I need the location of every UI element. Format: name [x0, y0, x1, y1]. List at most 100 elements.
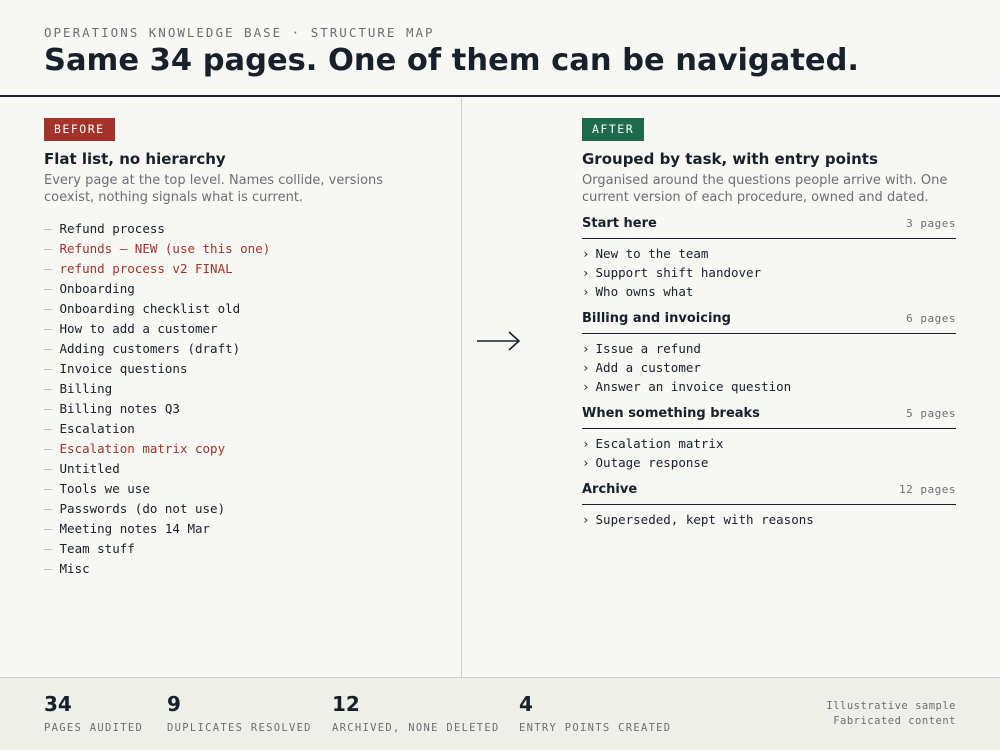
- after-title: Grouped by task, with entry points: [582, 150, 878, 168]
- dash-bullet-icon: —: [44, 401, 52, 416]
- sample-note-line: Illustrative sample: [826, 700, 956, 712]
- group-item[interactable]: › Answer an invoice question: [582, 377, 956, 396]
- stat-value: 4: [519, 692, 533, 716]
- group-name: Archive: [582, 482, 638, 497]
- flat-list-item-label: refund process v2 FINAL: [59, 261, 233, 276]
- after-description: Organised around the questions people ar…: [582, 173, 948, 205]
- group-header: When something breaks 5 pages: [582, 406, 956, 429]
- dash-bullet-icon: —: [44, 461, 52, 476]
- chevron-right-icon: ›: [582, 246, 590, 261]
- group-item[interactable]: › Support shift handover: [582, 263, 956, 282]
- flat-list-item: — How to add a customer: [44, 319, 270, 339]
- group-item-label: Who owns what: [595, 284, 694, 299]
- chevron-right-icon: ›: [582, 360, 590, 375]
- flat-list-item: — Onboarding checklist old: [44, 299, 270, 319]
- stat-value: 12: [332, 692, 360, 716]
- stat-value: 9: [167, 692, 181, 716]
- group-items: › Issue a refund › Add a customer › Answer an…: [582, 339, 956, 396]
- dash-bullet-icon: —: [44, 381, 52, 396]
- group-item[interactable]: › Escalation matrix: [582, 434, 956, 453]
- flat-page-list: — Refund process — Refunds — NEW (use this …: [44, 219, 270, 579]
- stat-value: 34: [44, 692, 72, 716]
- group-page-count: 12 pages: [899, 483, 956, 496]
- flat-list-item: — Refund process: [44, 219, 270, 239]
- chevron-right-icon: ›: [582, 512, 590, 527]
- group-item[interactable]: › Issue a refund: [582, 339, 956, 358]
- footer-stats: 34 PAGES AUDITED 9 DUPLICATES RESOLVED 1…: [0, 677, 1000, 750]
- group-section: Billing and invoicing 6 pages › Issue a ref…: [582, 311, 956, 396]
- group-name: Start here: [582, 216, 657, 231]
- flat-list-item: — Onboarding: [44, 279, 270, 299]
- flat-list-item: — Escalation matrix copy: [44, 439, 270, 459]
- group-page-count: 6 pages: [906, 312, 956, 325]
- group-item-label: Superseded, kept with reasons: [595, 512, 814, 527]
- flat-list-item-label: Onboarding: [59, 281, 135, 296]
- flat-list-item-label: Billing: [59, 381, 113, 396]
- flat-list-item: — Untitled: [44, 459, 270, 479]
- group-item-label: Answer an invoice question: [595, 379, 792, 394]
- flat-list-item-label: Refunds — NEW (use this one): [59, 241, 271, 256]
- flat-list-item-label: How to add a customer: [59, 321, 218, 336]
- group-item[interactable]: › Who owns what: [582, 282, 956, 301]
- dash-bullet-icon: —: [44, 441, 52, 456]
- dash-bullet-icon: —: [44, 521, 52, 536]
- sample-note-line: Fabricated content: [833, 715, 956, 727]
- after-badge: AFTER: [582, 118, 645, 141]
- group-section: Archive 12 pages › Superseded, kept with re…: [582, 482, 956, 529]
- sample-note: Illustrative sample Fabricated content: [826, 699, 956, 729]
- flat-list-item-label: Adding customers (draft): [59, 341, 241, 356]
- group-item[interactable]: › New to the team: [582, 244, 956, 263]
- flat-list-item-label: Invoice questions: [59, 361, 188, 376]
- page-title: Same 34 pages. One of them can be naviga…: [44, 43, 860, 78]
- flat-list-item: — Refunds — NEW (use this one): [44, 239, 270, 259]
- flat-list-item-label: Escalation matrix copy: [59, 441, 226, 456]
- flat-list-item: — Team stuff: [44, 539, 270, 559]
- before-badge: BEFORE: [44, 118, 115, 141]
- dash-bullet-icon: —: [44, 301, 52, 316]
- group-section: Start here 3 pages › New to the team › Suppor…: [582, 216, 956, 301]
- flat-list-item: — Misc: [44, 559, 270, 579]
- group-item[interactable]: › Outage response: [582, 453, 956, 472]
- group-page-count: 5 pages: [906, 407, 956, 420]
- flat-list-item-label: Team stuff: [59, 541, 135, 556]
- flat-list-item-label: Untitled: [59, 461, 120, 476]
- group-header: Start here 3 pages: [582, 216, 956, 239]
- group-header: Billing and invoicing 6 pages: [582, 311, 956, 334]
- group-item[interactable]: › Add a customer: [582, 358, 956, 377]
- flat-list-item-label: Passwords (do not use): [59, 501, 226, 516]
- flat-list-item: — Billing: [44, 379, 270, 399]
- chevron-right-icon: ›: [582, 265, 590, 280]
- flat-list-item-label: Tools we use: [59, 481, 150, 496]
- before-description: Every page at the top level. Names colli…: [44, 173, 384, 205]
- group-page-count: 3 pages: [906, 217, 956, 230]
- stat-label: DUPLICATES RESOLVED: [167, 722, 312, 734]
- group-item-label: Support shift handover: [595, 265, 762, 280]
- grouped-sections: Start here 3 pages › New to the team › Suppor…: [582, 216, 956, 539]
- dash-bullet-icon: —: [44, 321, 52, 336]
- before-title: Flat list, no hierarchy: [44, 150, 226, 168]
- flat-list-item: — Adding customers (draft): [44, 339, 270, 359]
- group-item-label: Escalation matrix: [595, 436, 724, 451]
- flat-list-item: — Tools we use: [44, 479, 270, 499]
- flat-list-item-label: Onboarding checklist old: [59, 301, 241, 316]
- stat-entry-points: 4 ENTRY POINTS CREATED: [519, 692, 671, 734]
- stat-label: PAGES AUDITED: [44, 722, 144, 734]
- stat-label: ARCHIVED, NONE DELETED: [332, 722, 500, 734]
- dash-bullet-icon: —: [44, 221, 52, 236]
- panel-divider: [461, 98, 462, 678]
- dash-bullet-icon: —: [44, 341, 52, 356]
- group-section: When something breaks 5 pages › Escalation …: [582, 406, 956, 472]
- group-name: When something breaks: [582, 406, 760, 421]
- group-item[interactable]: › Superseded, kept with reasons: [582, 510, 956, 529]
- flat-list-item: — Billing notes Q3: [44, 399, 270, 419]
- dash-bullet-icon: —: [44, 561, 52, 576]
- stat-duplicates-resolved: 9 DUPLICATES RESOLVED: [167, 692, 312, 734]
- group-item-label: Issue a refund: [595, 341, 701, 356]
- flat-list-item-label: Misc: [59, 561, 90, 576]
- group-header: Archive 12 pages: [582, 482, 956, 505]
- group-items: › Superseded, kept with reasons: [582, 510, 956, 529]
- dash-bullet-icon: —: [44, 421, 52, 436]
- chevron-right-icon: ›: [582, 436, 590, 451]
- stat-pages-audited: 34 PAGES AUDITED: [44, 692, 143, 734]
- chevron-right-icon: ›: [582, 455, 590, 470]
